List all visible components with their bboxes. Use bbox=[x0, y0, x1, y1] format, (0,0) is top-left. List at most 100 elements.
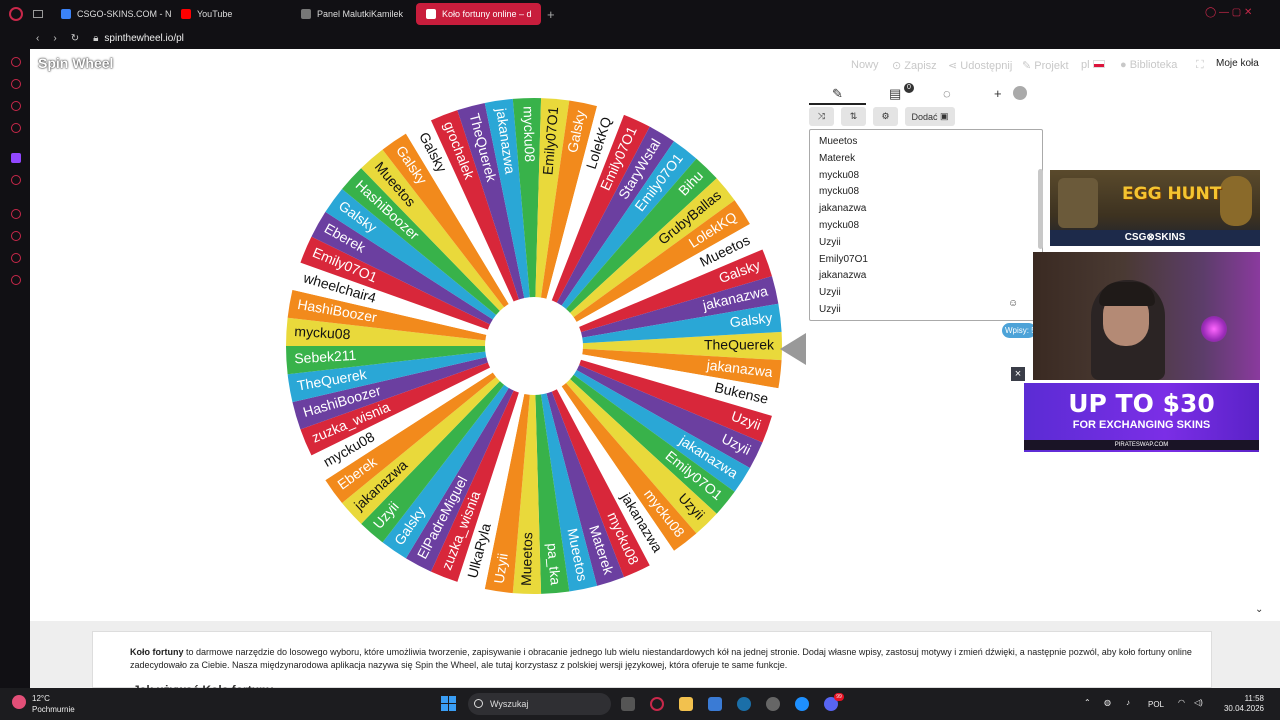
info-box: Koło fortuny to darmowe narzędzie do los… bbox=[92, 631, 1212, 697]
edge-icon[interactable] bbox=[795, 697, 809, 711]
ad-close-button[interactable]: × bbox=[1011, 367, 1025, 381]
info-bold: Koło fortuny bbox=[130, 647, 184, 657]
hide-tab-eye-icon[interactable]: ◌ bbox=[943, 86, 951, 101]
tab-csgo-skins[interactable]: CSGO-SKINS.COM - Najle bbox=[51, 3, 171, 25]
gx-hot-icon[interactable] bbox=[11, 123, 21, 133]
ad-egg-brand: CSG⊗SKINS bbox=[1050, 230, 1260, 246]
weather-desc: Pochmurnie bbox=[32, 705, 75, 714]
entry-line: Materek bbox=[819, 152, 856, 164]
gx-sidebar bbox=[0, 49, 30, 688]
clock-icon[interactable] bbox=[11, 231, 21, 241]
ad-pirate-subtitle: FOR EXCHANGING SKINS bbox=[1072, 419, 1211, 431]
nav-new[interactable]: Nowy bbox=[851, 59, 879, 71]
gear-icon[interactable]: ⚙ bbox=[873, 107, 898, 126]
entries-textarea[interactable]: Mueetos Materek mycku08 mycku08 jakanazwa myc… bbox=[809, 129, 1043, 321]
settings-taskbar-icon[interactable] bbox=[766, 697, 780, 711]
tray-overflow-icon[interactable]: ⌃ bbox=[1084, 698, 1091, 707]
entry-line: jakanazwa bbox=[819, 270, 867, 282]
clock[interactable]: 11:58 30.04.2026 bbox=[1212, 694, 1264, 714]
volume-icon[interactable]: ◁) bbox=[1194, 698, 1203, 707]
workspaces-icon[interactable] bbox=[33, 10, 43, 18]
nav-share[interactable]: ⋖ Udostępnij bbox=[948, 59, 1012, 72]
results-tab-clipboard-icon[interactable]: ▤ bbox=[889, 86, 901, 102]
panel-tabs: ✎ ▤ 0 ◌ + bbox=[809, 82, 1029, 104]
weather-temp: 12°C bbox=[32, 694, 50, 703]
url-field[interactable]: spinthewheel.io/pl bbox=[104, 33, 184, 44]
ad-character-image bbox=[1058, 178, 1098, 228]
reload-icon[interactable]: ↻ bbox=[71, 33, 79, 44]
chevron-down-icon[interactable]: ⌄ bbox=[1255, 604, 1263, 615]
windows-start-icon[interactable] bbox=[441, 696, 456, 711]
wheel-center[interactable] bbox=[485, 297, 583, 395]
forward-icon[interactable]: › bbox=[53, 33, 56, 44]
wheel-label: mycku08 bbox=[294, 323, 351, 342]
nav-save[interactable]: ⊙ Zapisz bbox=[892, 59, 937, 72]
active-tab-underline bbox=[809, 103, 866, 105]
entries-count-badge: Wpisy: 5 bbox=[1002, 323, 1036, 338]
tab-panel[interactable]: Panel MalutkiKamilek bbox=[291, 3, 416, 25]
results-badge: 0 bbox=[904, 83, 914, 93]
taskbar-search[interactable]: Wyszukaj bbox=[468, 693, 611, 715]
back-icon[interactable]: ‹ bbox=[36, 33, 39, 44]
ad-pirateswap[interactable]: UP TO $30 FOR EXCHANGING SKINS PIRATESWA… bbox=[1024, 383, 1259, 452]
entry-line: Uzyii bbox=[819, 236, 841, 248]
share-icon: ⋖ bbox=[948, 60, 961, 72]
messenger-icon[interactable] bbox=[11, 79, 21, 89]
lock-icon: 🔒︎ bbox=[93, 33, 99, 44]
steam-icon[interactable] bbox=[737, 697, 751, 711]
entries-scrollbar[interactable] bbox=[1038, 169, 1043, 249]
history-icon[interactable] bbox=[11, 209, 21, 219]
task-view-icon[interactable] bbox=[621, 697, 635, 711]
network-icon[interactable]: ◍ bbox=[1104, 698, 1111, 707]
my-wheels-button[interactable]: Moje koła bbox=[1216, 58, 1259, 69]
page-favicon-icon bbox=[301, 9, 311, 19]
address-bar: ‹ › ↻ 🔒︎ spinthewheel.io/pl bbox=[0, 28, 1280, 49]
file-explorer-icon[interactable] bbox=[679, 697, 693, 711]
emoji-icon[interactable]: ☺ bbox=[1008, 298, 1018, 309]
save-icon: ⊙ bbox=[892, 60, 905, 72]
language-indicator[interactable]: POL bbox=[1148, 700, 1164, 709]
tab-youtube[interactable]: YouTube bbox=[171, 3, 291, 25]
opera-gx-icon[interactable] bbox=[9, 7, 23, 21]
taskbar: 12°C Pochmurnie Wyszukaj 99 ⌃ ◍ ♪ POL ◠ ◁… bbox=[0, 688, 1280, 720]
tab-bar: CSGO-SKINS.COM - Najle YouTube Panel Mal… bbox=[0, 0, 1280, 28]
nav-library[interactable]: ● Biblioteka bbox=[1120, 59, 1177, 71]
sort-icon[interactable]: ⇅ bbox=[841, 107, 866, 126]
ad-egg-title: EGG HUNT bbox=[1122, 184, 1222, 204]
fullscreen-icon[interactable]: ⛶ bbox=[1196, 59, 1204, 72]
ad-pirate-domain: PIRATESWAP.COM bbox=[1024, 440, 1259, 450]
youtube-favicon-icon bbox=[181, 9, 191, 19]
webcam-overlay bbox=[1033, 252, 1260, 380]
new-tab-icon[interactable]: + bbox=[547, 7, 555, 22]
window-controls[interactable]: ◯ — ▢ ✕ bbox=[1205, 7, 1252, 18]
nav-language[interactable]: pl bbox=[1081, 59, 1105, 71]
weather-widget[interactable]: 12°C Pochmurnie bbox=[12, 693, 75, 715]
wheel-favicon-icon bbox=[426, 9, 436, 19]
settings-icon[interactable] bbox=[11, 275, 21, 285]
poland-flag-icon bbox=[1092, 60, 1105, 68]
image-icon: ▣ bbox=[940, 111, 949, 121]
system-tray: ⌃ ◍ ♪ POL ◠ ◁) 11:58 30.04.2026 bbox=[1080, 688, 1280, 720]
tab-spin-wheel[interactable]: Koło fortuny online – d bbox=[416, 3, 541, 25]
shuffle-icon[interactable]: ⤨ bbox=[809, 107, 834, 126]
pencil-icon: ✎ bbox=[1022, 60, 1035, 72]
entry-line: Uzyii bbox=[819, 287, 841, 299]
wheel-pointer bbox=[780, 333, 806, 365]
whatsapp-icon[interactable] bbox=[11, 101, 21, 111]
mic-icon[interactable]: ♪ bbox=[1126, 698, 1130, 707]
wheel-thumb-icon[interactable] bbox=[1013, 86, 1027, 100]
ad-egg-hunt[interactable]: EGG HUNT CSG⊗SKINS bbox=[1050, 170, 1260, 246]
extensions-icon[interactable] bbox=[11, 253, 21, 263]
store-icon[interactable] bbox=[708, 697, 722, 711]
wifi-icon[interactable]: ◠ bbox=[1178, 698, 1185, 707]
spin-wheel[interactable]: TheQuerekjakanazwaBukenseUzyiiUzyiijakan… bbox=[30, 49, 790, 609]
add-wheel-plus-icon[interactable]: + bbox=[994, 86, 1002, 101]
music-icon[interactable] bbox=[11, 175, 21, 185]
gx-control-icon[interactable] bbox=[11, 57, 21, 67]
nav-project[interactable]: ✎ Projekt bbox=[1022, 59, 1069, 72]
add-image-button[interactable]: Dodać ▣ bbox=[905, 107, 955, 126]
opera-gx-taskbar-icon[interactable] bbox=[650, 697, 664, 711]
twitch-icon[interactable] bbox=[11, 153, 21, 163]
entry-line: Emily07O1 bbox=[819, 253, 868, 265]
edit-tab-pencil-icon[interactable]: ✎ bbox=[832, 86, 843, 102]
